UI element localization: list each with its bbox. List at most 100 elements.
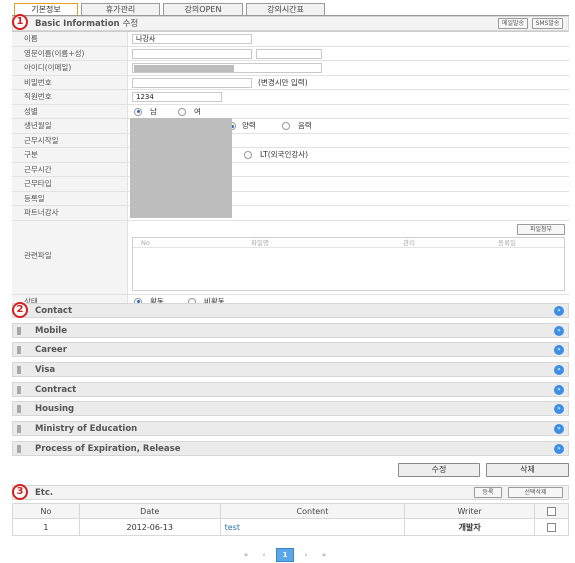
- label-work-hours: 근무시간: [12, 162, 128, 176]
- basic-info-form: 이름 나강사 영문이름(이름+성) 아이디(이메일) 비밀번호 (변경시만 입력…: [12, 31, 569, 309]
- file-col-date: 등록일: [498, 238, 516, 247]
- etc-title: Etc.: [35, 488, 54, 498]
- expand-icon[interactable]: »: [554, 444, 564, 454]
- name-input[interactable]: 나강사: [132, 34, 252, 44]
- etc-header: Etc. 등록 선택삭제: [12, 485, 569, 500]
- expand-icon[interactable]: »: [554, 365, 564, 375]
- label-partner: 파트너강사: [12, 206, 128, 220]
- basic-info-title: Basic Information 수정: [35, 19, 139, 29]
- section-expiration[interactable]: Process of Expiration, Release »: [12, 441, 569, 456]
- etc-col-no: No: [12, 503, 80, 519]
- last-page-icon[interactable]: »: [318, 549, 330, 561]
- row-partner: 파트너강사: [12, 206, 569, 221]
- section-marker-icon: [17, 445, 21, 453]
- edit-button[interactable]: 수정: [398, 463, 480, 477]
- row-type: 구분 LT(외국인강사): [12, 148, 569, 163]
- etc-row-select: [534, 518, 569, 536]
- row-employee-no: 직원번호 1234: [12, 90, 569, 105]
- section-contract[interactable]: Contract »: [12, 382, 569, 397]
- first-page-icon[interactable]: «: [240, 549, 252, 561]
- row-work-hours: 근무시간: [12, 162, 569, 177]
- pagination: « ‹ 1 › »: [240, 548, 336, 562]
- label-related-files: 관련파일: [12, 220, 128, 294]
- attach-file-button[interactable]: 파일첨부: [517, 223, 565, 235]
- label-reg-date: 등록일: [12, 191, 128, 205]
- send-sms-button[interactable]: SMS발송: [532, 18, 563, 29]
- etc-row-no: 1: [12, 518, 80, 536]
- section-expiration-title: Process of Expiration, Release: [35, 444, 181, 454]
- calendar-lunar-label: 음력: [298, 121, 312, 130]
- section-career[interactable]: Career »: [12, 342, 569, 357]
- section-marker-icon: [17, 327, 21, 335]
- gender-female-label: 여: [194, 106, 201, 116]
- section-marker-icon: [17, 425, 21, 433]
- label-id: 아이디(이메일): [12, 61, 128, 75]
- section-marker-icon: [17, 405, 21, 413]
- expand-icon[interactable]: »: [554, 326, 564, 336]
- file-col-name: 파일명: [251, 238, 269, 247]
- page-1-button[interactable]: 1: [276, 548, 294, 562]
- row-reg-date: 등록일: [12, 191, 569, 206]
- gender-male-radio[interactable]: [134, 107, 142, 116]
- select-all-checkbox[interactable]: [547, 506, 557, 516]
- basic-info-header: Basic Information 수정 메일발송 SMS발송: [12, 16, 569, 31]
- section-contract-title: Contract: [35, 385, 77, 395]
- label-employee-no: 직원번호: [12, 90, 128, 104]
- expand-icon[interactable]: »: [554, 306, 564, 316]
- label-type: 구분: [12, 148, 128, 162]
- section-housing[interactable]: Housing »: [12, 401, 569, 416]
- expand-icon[interactable]: »: [554, 404, 564, 414]
- type-lt-radio[interactable]: [244, 151, 252, 159]
- section-marker-icon: [17, 366, 21, 374]
- section-ministry-title: Ministry of Education: [35, 424, 138, 434]
- row-related-files: 관련파일 파일첨부 No 파일명 관리 등록일: [12, 220, 569, 295]
- section-mobile[interactable]: Mobile »: [12, 323, 569, 338]
- row-id: 아이디(이메일): [12, 61, 569, 76]
- row-work-type: 근무타입: [12, 177, 569, 192]
- expand-icon[interactable]: »: [554, 424, 564, 434]
- password-input[interactable]: [132, 77, 252, 88]
- label-password: 비밀번호: [12, 75, 128, 89]
- calendar-lunar-radio[interactable]: [282, 122, 290, 130]
- gender-female-radio[interactable]: [178, 107, 186, 116]
- label-name: 이름: [12, 32, 128, 46]
- section-contact[interactable]: Contact »: [12, 303, 569, 318]
- expand-icon[interactable]: »: [554, 385, 564, 395]
- section-visa-title: Visa: [35, 365, 56, 375]
- next-page-icon[interactable]: ›: [300, 549, 312, 561]
- label-gender: 성별: [12, 104, 128, 118]
- section-marker-icon: [17, 346, 21, 354]
- file-col-no: No: [141, 238, 150, 247]
- send-mail-button[interactable]: 메일발송: [498, 18, 528, 29]
- section-career-title: Career: [35, 345, 67, 355]
- section-visa[interactable]: Visa »: [12, 362, 569, 377]
- register-button[interactable]: 등록: [474, 487, 502, 498]
- expand-icon[interactable]: »: [554, 345, 564, 355]
- delete-button[interactable]: 삭제: [486, 463, 569, 477]
- eng-first-name-input[interactable]: [132, 48, 252, 59]
- marker-1: 1: [12, 14, 28, 30]
- etc-table: No Date Content Writer 1 2012-06-13 test…: [12, 503, 569, 536]
- section-mobile-title: Mobile: [35, 326, 67, 336]
- file-col-manage: 관리: [403, 238, 415, 247]
- row-checkbox[interactable]: [547, 522, 557, 532]
- label-birthdate: 생년월일: [12, 119, 128, 133]
- employee-no-input[interactable]: 1234: [132, 92, 222, 102]
- etc-row-content-link[interactable]: test: [219, 518, 406, 536]
- etc-row-writer: 개발자: [404, 518, 536, 536]
- eng-last-name-input[interactable]: [256, 48, 322, 59]
- section-contact-title: Contact: [35, 306, 73, 316]
- prev-page-icon[interactable]: ‹: [258, 549, 270, 561]
- section-housing-title: Housing: [35, 404, 75, 414]
- delete-selected-button[interactable]: 선택삭제: [508, 487, 563, 498]
- etc-row-date: 2012-06-13: [78, 518, 221, 536]
- file-table: No 파일명 관리 등록일: [132, 236, 565, 291]
- section-ministry[interactable]: Ministry of Education »: [12, 421, 569, 436]
- calendar-solar-label: 양력: [242, 121, 256, 130]
- etc-col-date: Date: [78, 503, 221, 519]
- file-table-header: No 파일명 관리 등록일: [133, 238, 564, 248]
- row-birthdate: 생년월일 양력 음력: [12, 119, 569, 134]
- password-note: (변경시만 입력): [258, 77, 308, 87]
- etc-col-writer: Writer: [404, 503, 536, 519]
- redacted-personal-info: [130, 118, 232, 218]
